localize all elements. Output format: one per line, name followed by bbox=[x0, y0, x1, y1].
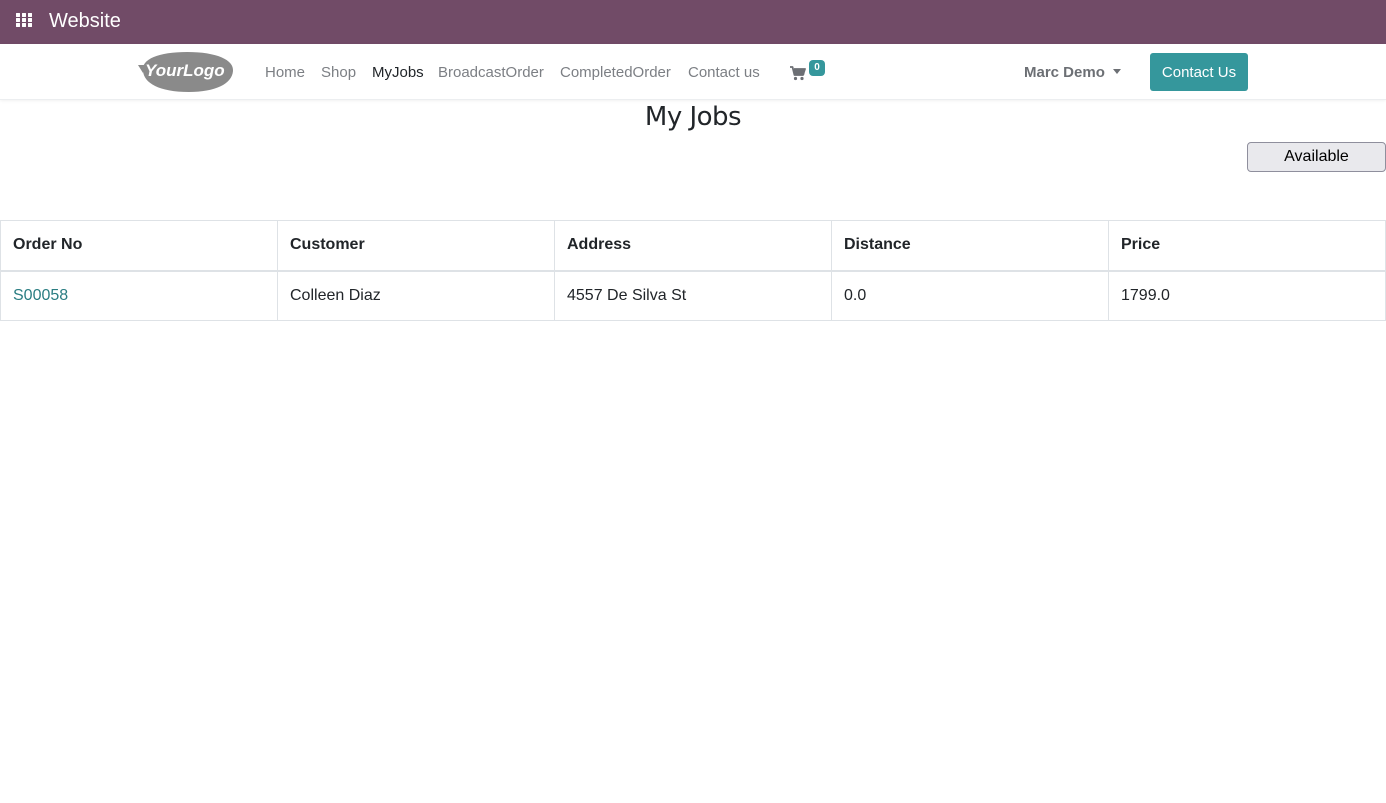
website-navbar: YourLogo Home Shop MyJobs BroadcastOrder… bbox=[0, 44, 1386, 100]
grid-icon[interactable] bbox=[16, 13, 33, 28]
column-header-customer: Customer bbox=[277, 220, 555, 272]
app-title: Website bbox=[49, 10, 121, 32]
order-link[interactable]: S00058 bbox=[13, 287, 68, 304]
nav-broadcast-order[interactable]: BroadcastOrder bbox=[438, 64, 544, 81]
table-header-row: Order No Customer Address Distance Price bbox=[0, 220, 1386, 272]
column-header-distance: Distance bbox=[831, 220, 1109, 272]
user-menu-dropdown[interactable]: Marc Demo bbox=[1024, 64, 1121, 81]
nav-completed-order[interactable]: CompletedOrder bbox=[560, 64, 671, 81]
contact-us-button[interactable]: Contact Us bbox=[1150, 53, 1248, 91]
nav-myjobs[interactable]: MyJobs bbox=[372, 64, 424, 81]
nav-home[interactable]: Home bbox=[265, 64, 305, 81]
column-header-order-no: Order No bbox=[0, 220, 278, 272]
shopping-cart-icon bbox=[790, 66, 806, 81]
nav-shop[interactable]: Shop bbox=[321, 64, 356, 81]
company-logo[interactable]: YourLogo bbox=[137, 51, 234, 93]
address-cell: 4557 De Silva St bbox=[554, 270, 832, 321]
column-header-price: Price bbox=[1108, 220, 1386, 272]
cart-count-badge: 0 bbox=[809, 60, 825, 76]
table-row: S00058 Colleen Diaz 4557 De Silva St 0.0… bbox=[0, 270, 1386, 321]
caret-down-icon bbox=[1112, 69, 1121, 74]
cart-link[interactable]: 0 bbox=[790, 60, 830, 84]
order-no-cell: S00058 bbox=[0, 270, 278, 321]
top-app-bar: Website bbox=[0, 0, 1386, 44]
nav-contact-us[interactable]: Contact us bbox=[688, 64, 760, 81]
page-title: My Jobs bbox=[644, 102, 742, 132]
available-button[interactable]: Available bbox=[1247, 142, 1386, 172]
jobs-table: Order No Customer Address Distance Price… bbox=[0, 220, 1386, 321]
distance-cell: 0.0 bbox=[831, 270, 1109, 321]
price-cell: 1799.0 bbox=[1108, 270, 1386, 321]
customer-cell: Colleen Diaz bbox=[277, 270, 555, 321]
user-name: Marc Demo bbox=[1024, 64, 1105, 81]
logo-text: YourLogo bbox=[145, 61, 225, 80]
column-header-address: Address bbox=[554, 220, 832, 272]
